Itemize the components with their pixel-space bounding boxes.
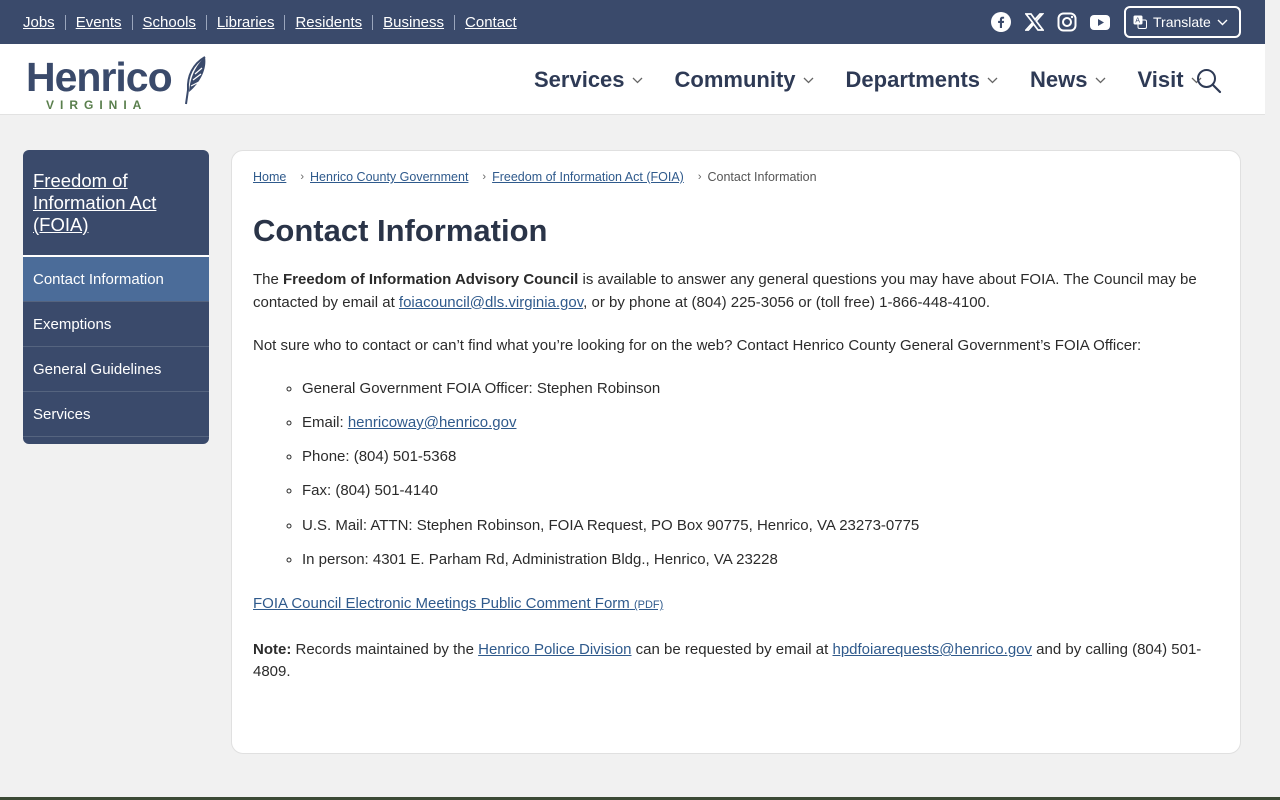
text: Records maintained by the bbox=[291, 640, 479, 658]
breadcrumb-henrico-county-government[interactable]: Henrico County Government bbox=[310, 170, 468, 184]
list-item-in-person: In person: 4301 E. Parham Rd, Administra… bbox=[302, 549, 1213, 572]
nav-visit[interactable]: Visit bbox=[1138, 67, 1202, 93]
council-paragraph: The Freedom of Information Advisory Coun… bbox=[253, 269, 1213, 314]
content-card: Home › Henrico County Government › Freed… bbox=[231, 150, 1241, 754]
section-sidebar: Freedom of Information Act (FOIA) Contac… bbox=[23, 150, 209, 444]
search-icon[interactable] bbox=[1196, 68, 1222, 94]
divider bbox=[131, 14, 133, 30]
utility-link-events[interactable]: Events bbox=[76, 14, 122, 31]
chevron-down-icon bbox=[803, 77, 813, 84]
email-label: Email: bbox=[302, 413, 348, 431]
list-item-fax: Fax: (804) 501-4140 bbox=[302, 480, 1213, 503]
nav-label: Services bbox=[534, 66, 625, 92]
list-item-phone: Phone: (804) 501-5368 bbox=[302, 446, 1213, 469]
council-name: Freedom of Information Advisory Council bbox=[283, 271, 579, 288]
note-label: Note: bbox=[253, 640, 292, 658]
instagram-icon[interactable] bbox=[1056, 11, 1078, 33]
utility-links: Jobs Events Schools Libraries Residents … bbox=[23, 14, 517, 31]
social-links: A Translate bbox=[990, 0, 1265, 44]
officer-intro-paragraph: Not sure who to contact or can’t find wh… bbox=[253, 337, 1142, 354]
facebook-icon[interactable] bbox=[990, 11, 1012, 33]
svg-text:A: A bbox=[1135, 17, 1140, 25]
text: The bbox=[253, 271, 284, 288]
chevron-down-icon bbox=[1095, 77, 1105, 84]
breadcrumb-separator: › bbox=[300, 171, 305, 183]
officer-contact-list: General Government FOIA Officer: Stephen… bbox=[253, 378, 1213, 572]
youtube-icon[interactable] bbox=[1089, 11, 1111, 33]
page-title: Contact Information bbox=[253, 213, 548, 248]
utility-link-jobs[interactable]: Jobs bbox=[23, 14, 55, 31]
nav-community[interactable]: Community bbox=[675, 67, 814, 93]
public-comment-form-link[interactable]: FOIA Council Electronic Meetings Public … bbox=[253, 595, 663, 612]
note-paragraph: Note: Records maintained by the Henrico … bbox=[253, 639, 1213, 684]
divider bbox=[205, 14, 207, 30]
henrico-logo[interactable]: Henrico VIRGINIA bbox=[26, 54, 211, 112]
sidebar-item-contact-information[interactable]: Contact Information bbox=[23, 257, 209, 302]
list-item-officer: General Government FOIA Officer: Stephen… bbox=[302, 378, 1213, 401]
police-division-link[interactable]: Henrico Police Division bbox=[478, 641, 631, 658]
sidebar-title-link[interactable]: Freedom of Information Act (FOIA) bbox=[23, 150, 209, 257]
chevron-down-icon bbox=[987, 77, 998, 84]
divider bbox=[454, 14, 456, 30]
pdf-tag: (PDF) bbox=[633, 599, 664, 612]
pdf-form-line: FOIA Council Electronic Meetings Public … bbox=[253, 593, 1213, 617]
sidebar-item-general-guidelines[interactable]: General Guidelines bbox=[23, 347, 209, 392]
site-header: Henrico VIRGINIA Services Community Depa… bbox=[0, 44, 1265, 115]
utility-link-business[interactable]: Business bbox=[383, 14, 444, 31]
breadcrumb-current: Contact Information bbox=[707, 170, 817, 184]
breadcrumb: Home › Henrico County Government › Freed… bbox=[253, 170, 817, 184]
logo-subtitle: VIRGINIA bbox=[46, 98, 148, 112]
divider bbox=[64, 14, 66, 30]
breadcrumb-separator: › bbox=[697, 171, 702, 183]
logo-wordmark: Henrico bbox=[26, 54, 173, 100]
page-body: The Freedom of Information Advisory Coun… bbox=[253, 269, 1213, 684]
utility-link-contact[interactable]: Contact bbox=[465, 14, 517, 31]
divider bbox=[284, 14, 286, 30]
nav-label: Visit bbox=[1137, 66, 1184, 92]
text: , or by phone at (804) 225-3056 or (toll… bbox=[583, 293, 991, 311]
pdf-link-text: FOIA Council Electronic Meetings Public … bbox=[253, 595, 630, 613]
utility-link-libraries[interactable]: Libraries bbox=[217, 14, 275, 31]
list-item-email: Email: henricoway@henrico.gov bbox=[302, 412, 1213, 435]
nav-services[interactable]: Services bbox=[534, 67, 643, 93]
main-nav: Services Community Departments News Visi… bbox=[534, 44, 1234, 115]
translate-button[interactable]: A Translate bbox=[1124, 6, 1241, 38]
breadcrumb-separator: › bbox=[482, 171, 487, 183]
translate-label: Translate bbox=[1153, 14, 1211, 30]
nav-label: News bbox=[1030, 66, 1088, 92]
chevron-down-icon bbox=[1217, 19, 1228, 25]
text: can be requested by email at bbox=[631, 640, 833, 658]
breadcrumb-foia[interactable]: Freedom of Information Act (FOIA) bbox=[492, 170, 684, 184]
breadcrumb-home[interactable]: Home bbox=[253, 170, 286, 184]
nav-departments[interactable]: Departments bbox=[846, 67, 998, 93]
utility-link-residents[interactable]: Residents bbox=[295, 14, 362, 31]
utility-bar: Jobs Events Schools Libraries Residents … bbox=[0, 0, 1265, 44]
nav-label: Community bbox=[674, 66, 796, 92]
divider bbox=[372, 14, 374, 30]
hpd-foia-email-link[interactable]: hpdfoiarequests@henrico.gov bbox=[832, 641, 1032, 658]
council-email-link[interactable]: foiacouncil@dls.virginia.gov bbox=[399, 294, 583, 311]
sidebar-item-services[interactable]: Services bbox=[23, 392, 209, 437]
utility-link-schools[interactable]: Schools bbox=[143, 14, 196, 31]
chevron-down-icon bbox=[632, 77, 642, 84]
list-item-mail: U.S. Mail: ATTN: Stephen Robinson, FOIA … bbox=[302, 515, 1213, 538]
feather-icon bbox=[185, 56, 206, 105]
nav-news[interactable]: News bbox=[1030, 67, 1105, 93]
x-icon[interactable] bbox=[1023, 11, 1045, 33]
sidebar-item-exemptions[interactable]: Exemptions bbox=[23, 302, 209, 347]
translate-icon: A bbox=[1133, 15, 1147, 29]
nav-label: Departments bbox=[845, 66, 981, 92]
officer-email-link[interactable]: henricoway@henrico.gov bbox=[348, 414, 517, 431]
